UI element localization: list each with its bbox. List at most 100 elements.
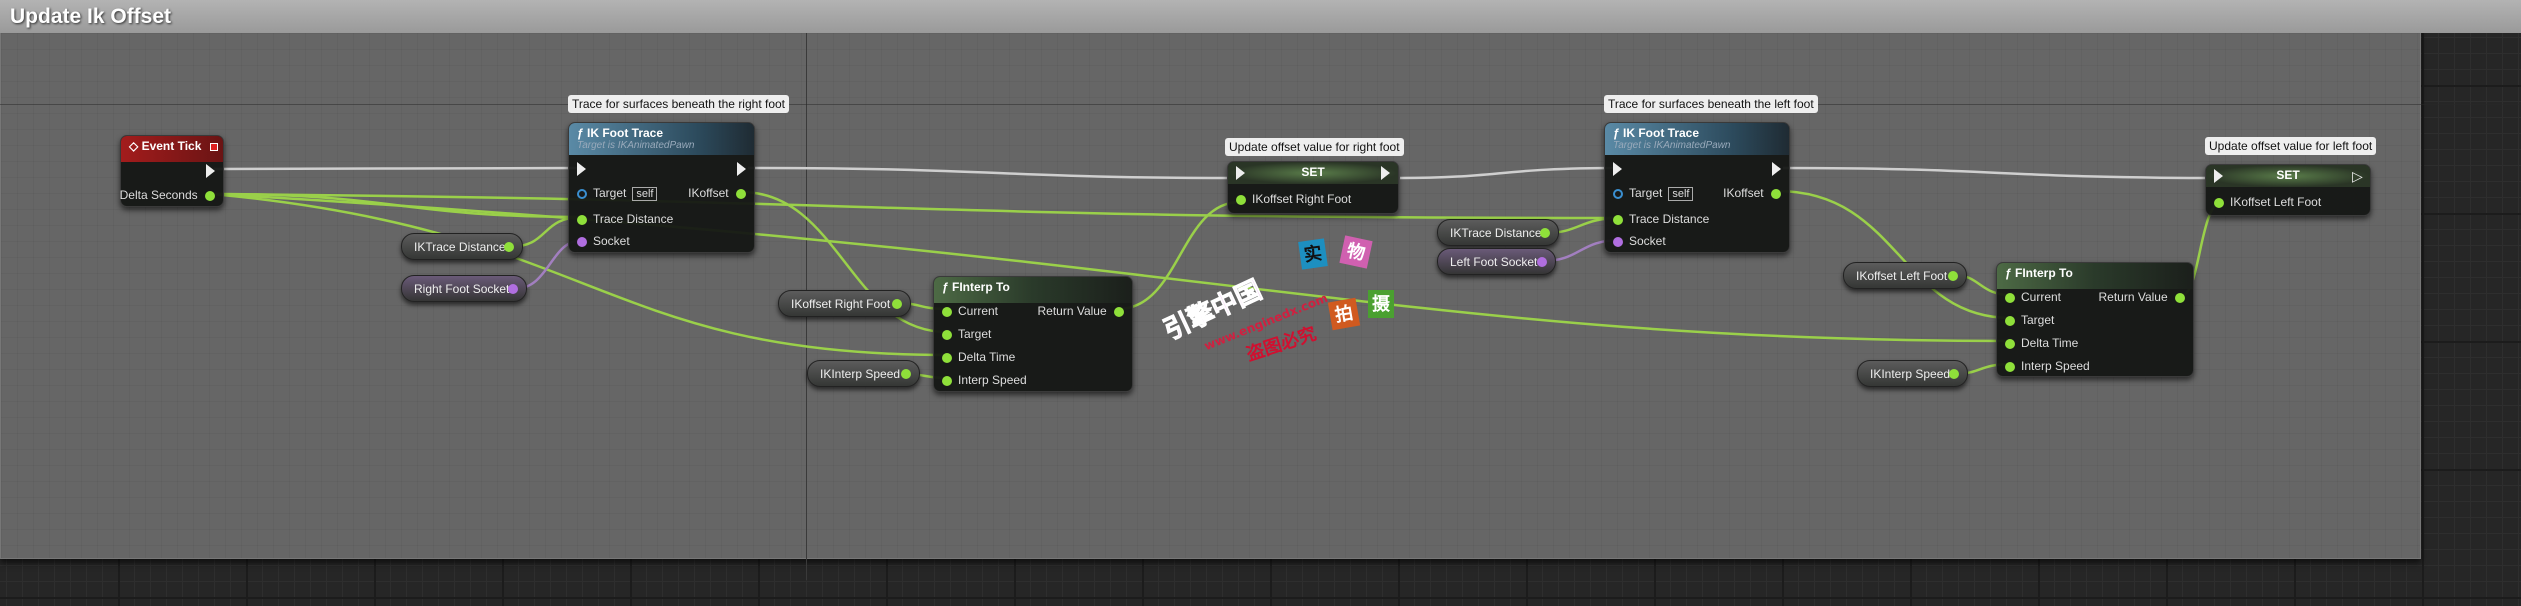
pin-label: Interp Speed — [2021, 359, 2090, 373]
float-pin-icon — [2005, 292, 2015, 303]
delegate-pin-icon[interactable] — [210, 143, 218, 151]
object-pin-icon — [577, 188, 587, 199]
var-ik-interp-speed[interactable]: IKInterp Speed — [807, 360, 920, 387]
float-pin-icon[interactable] — [1949, 369, 1959, 379]
exec-out-pin[interactable] — [206, 164, 215, 178]
ikoffset-out-pin[interactable]: IKoffset — [1723, 186, 1781, 200]
name-pin-icon — [1613, 236, 1623, 247]
target-pin[interactable]: Target self — [577, 186, 658, 201]
var-ikoffset-right-foot[interactable]: IKoffset Right Foot — [778, 290, 911, 317]
exec-wire — [213, 166, 581, 171]
current-pin[interactable]: Current — [942, 304, 998, 318]
float-pin-icon — [1613, 214, 1623, 225]
watermark-char: 拍 — [1327, 297, 1361, 331]
ik-foot-trace-right-node[interactable]: ƒ IK Foot Trace Target is IKAnimatedPawn … — [568, 122, 755, 253]
socket-pin[interactable]: Socket — [1613, 234, 1666, 248]
interp-speed-pin[interactable]: Interp Speed — [942, 373, 1027, 387]
float-pin-icon — [1236, 194, 1246, 205]
var-label: IKTrace Distance — [1450, 226, 1542, 240]
exec-out-pin[interactable] — [737, 162, 746, 176]
exec-in-pin[interactable] — [1236, 166, 1245, 180]
self-field[interactable]: self — [1668, 187, 1694, 201]
interp-speed-pin[interactable]: Interp Speed — [2005, 359, 2090, 373]
pin-label: IKoffset Right Foot — [1252, 192, 1352, 206]
var-ik-trace-distance[interactable]: IKTrace Distance — [401, 233, 523, 260]
event-tick-node[interactable]: ◇ Event Tick Delta Seconds — [120, 135, 224, 207]
exec-in-pin[interactable] — [2214, 169, 2223, 183]
pin-label: Trace Distance — [1629, 212, 1710, 226]
trace-distance-pin[interactable]: Trace Distance — [577, 212, 673, 226]
pin-label: Socket — [1629, 234, 1666, 248]
object-pin-icon — [1613, 188, 1623, 199]
node-title: SET — [1228, 162, 1398, 184]
delta-time-pin[interactable]: Delta Time — [2005, 336, 2078, 350]
float-pin-icon — [942, 329, 952, 340]
pin-label: IKoffset — [1723, 186, 1764, 200]
target-pin[interactable]: Target — [2005, 313, 2054, 327]
ikoffset-right-foot-pin[interactable]: IKoffset Right Foot — [1236, 192, 1351, 206]
var-right-foot-socket[interactable]: Right Foot Socket — [401, 275, 527, 302]
return-value-pin[interactable]: Return Value — [2098, 290, 2185, 304]
ikoffset-out-pin[interactable]: IKoffset — [688, 186, 746, 200]
set-right-node[interactable]: SET IKoffset Right Foot — [1227, 161, 1399, 214]
pin-label: Return Value — [2098, 290, 2168, 304]
node-title: FInterp To — [2015, 266, 2073, 280]
exec-out-pin[interactable] — [1381, 166, 1390, 180]
pin-label: IKoffset — [688, 186, 729, 200]
pin-label: Target — [2021, 313, 2055, 327]
self-field[interactable]: self — [632, 187, 658, 201]
function-icon: ƒ — [577, 126, 588, 140]
var-ik-trace-distance[interactable]: IKTrace Distance — [1437, 219, 1559, 246]
var-ik-interp-speed[interactable]: IKInterp Speed — [1857, 360, 1968, 387]
exec-in-pin[interactable] — [577, 162, 586, 176]
float-pin-icon — [2005, 315, 2015, 326]
pin-label: Interp Speed — [958, 373, 1027, 387]
node-header: ƒ FInterp To — [1997, 263, 2193, 289]
node-title: IK Foot Trace — [1623, 126, 1700, 140]
trace-distance-pin[interactable]: Trace Distance — [1613, 212, 1709, 226]
function-icon: ƒ — [2005, 266, 2016, 280]
node-header: ƒ IK Foot Trace Target is IKAnimatedPawn — [569, 123, 754, 155]
return-value-pin[interactable]: Return Value — [1038, 304, 1124, 318]
var-label: IKInterp Speed — [1870, 367, 1951, 381]
float-pin-icon[interactable] — [901, 369, 911, 379]
exec-in-pin[interactable] — [1613, 162, 1622, 176]
current-pin[interactable]: Current — [2005, 290, 2061, 304]
float-pin-icon[interactable] — [1540, 228, 1550, 238]
watermark-char: 实 — [1298, 238, 1328, 270]
node-title: Event Tick — [141, 139, 202, 153]
ik-foot-trace-left-node[interactable]: ƒ IK Foot Trace Target is IKAnimatedPawn … — [1604, 122, 1790, 253]
watermark-char: 摄 — [1368, 290, 1394, 318]
set-left-node[interactable]: SET ▷ IKoffset Left Foot — [2205, 164, 2371, 216]
data-wire — [211, 192, 1621, 220]
var-label: IKTrace Distance — [414, 240, 506, 254]
exec-out-pin[interactable] — [1772, 162, 1781, 176]
name-pin-icon[interactable] — [1537, 257, 1547, 267]
delta-time-pin[interactable]: Delta Time — [942, 350, 1015, 364]
float-pin-icon — [577, 214, 587, 225]
float-pin-icon[interactable] — [892, 299, 902, 309]
delta-seconds-pin[interactable]: Delta Seconds — [120, 188, 215, 202]
node-header: ƒ FInterp To — [934, 277, 1132, 303]
float-pin-icon — [942, 306, 952, 317]
float-pin-icon — [1771, 188, 1781, 199]
exec-out-pin-unconnected[interactable]: ▷ — [2352, 168, 2363, 184]
finterp-to-left-node[interactable]: ƒ FInterp To Current Return Value Target… — [1996, 262, 2194, 377]
name-pin-icon[interactable] — [508, 284, 518, 294]
pin-label: Delta Time — [2021, 336, 2079, 350]
pin-label: Target — [958, 327, 992, 341]
var-label: Right Foot Socket — [414, 282, 510, 296]
socket-pin[interactable]: Socket — [577, 234, 630, 248]
target-pin[interactable]: Target self — [1613, 186, 1694, 201]
pin-label: Current — [2021, 290, 2062, 304]
ikoffset-left-foot-pin[interactable]: IKoffset Left Foot — [2214, 195, 2321, 209]
exec-wire — [1399, 166, 1620, 180]
tooltip-set-right: Update offset value for right foot — [1225, 138, 1404, 156]
finterp-to-right-node[interactable]: ƒ FInterp To Current Return Value Target… — [933, 276, 1133, 392]
target-pin[interactable]: Target — [942, 327, 991, 341]
float-pin-icon[interactable] — [504, 242, 514, 252]
float-pin-icon — [205, 190, 215, 201]
float-pin-icon[interactable] — [1948, 271, 1958, 281]
var-left-foot-socket[interactable]: Left Foot Socket — [1437, 248, 1556, 275]
var-ikoffset-left-foot[interactable]: IKoffset Left Foot — [1843, 262, 1967, 289]
